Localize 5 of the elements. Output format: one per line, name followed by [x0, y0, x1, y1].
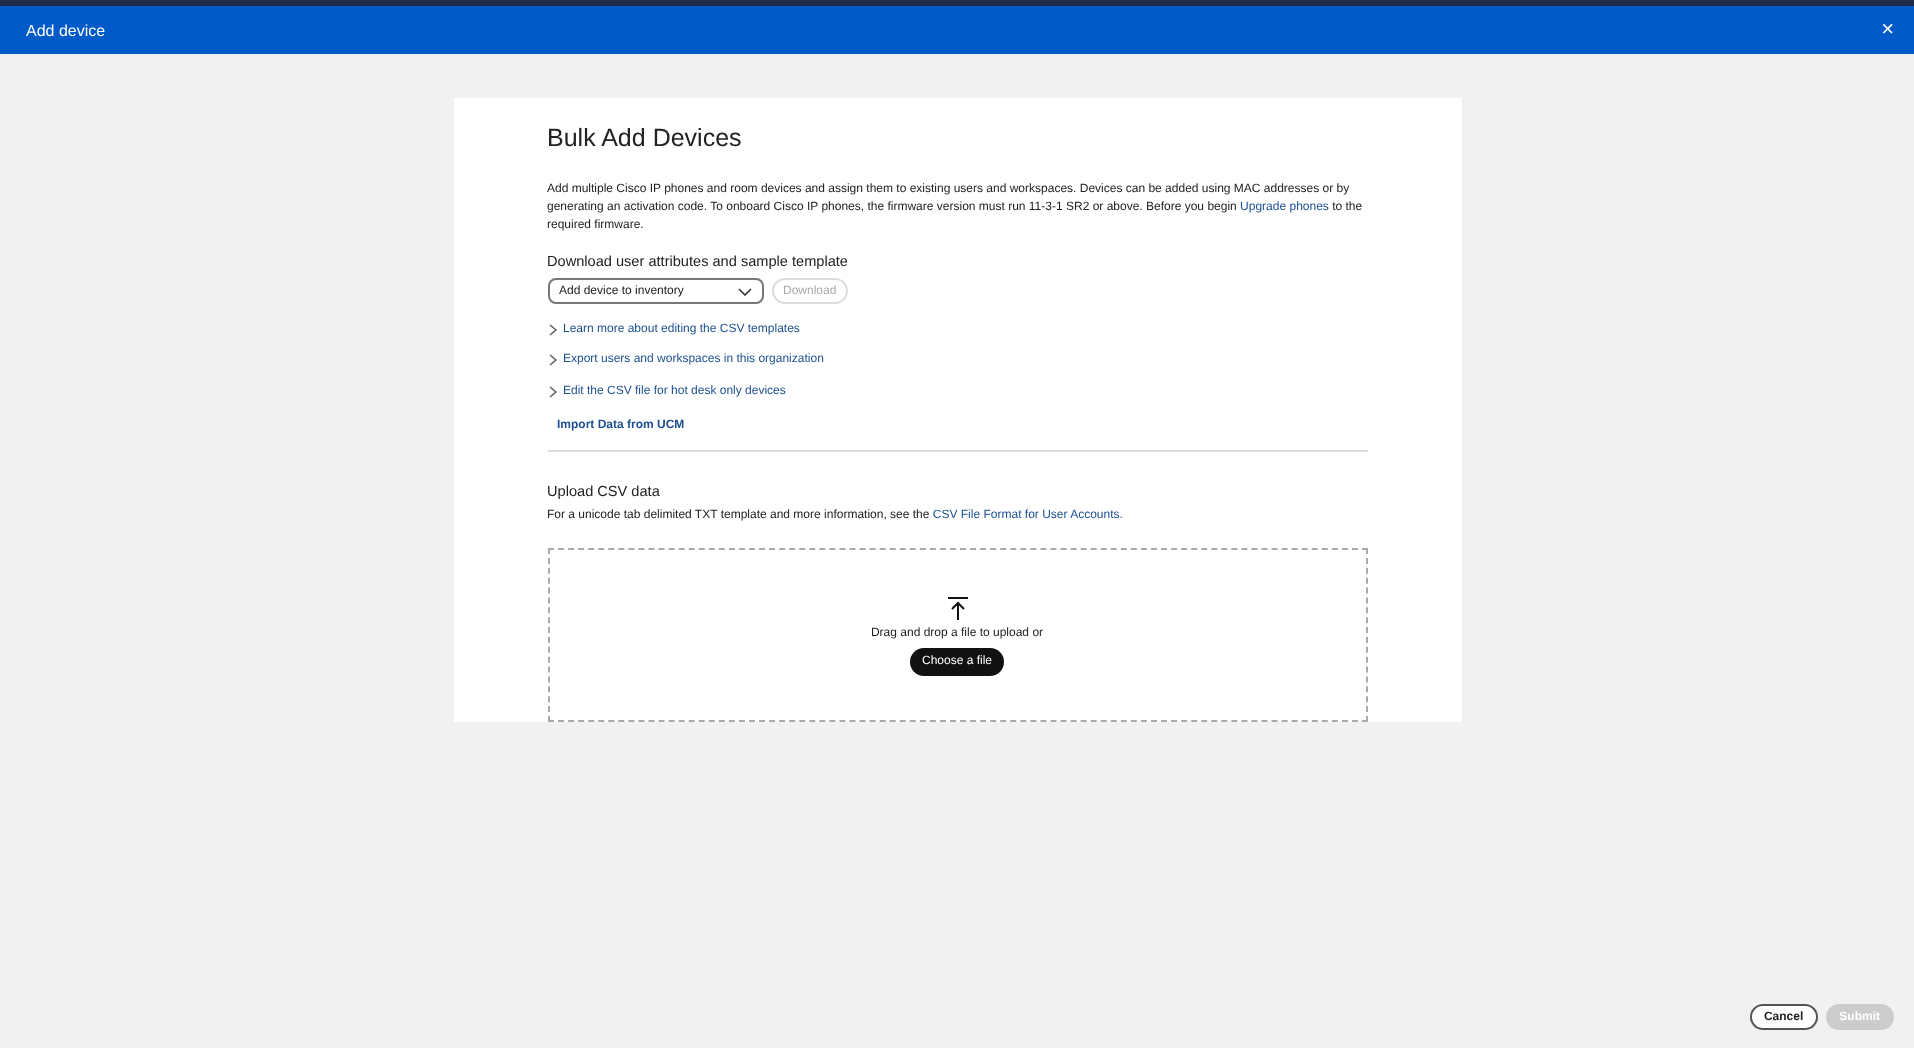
upload-icon — [947, 595, 967, 620]
page-title: Bulk Add Devices — [547, 124, 744, 152]
window-title: Add device — [26, 21, 106, 39]
close-button[interactable]: × — [1881, 18, 1894, 42]
chevron-down-icon — [737, 287, 751, 295]
